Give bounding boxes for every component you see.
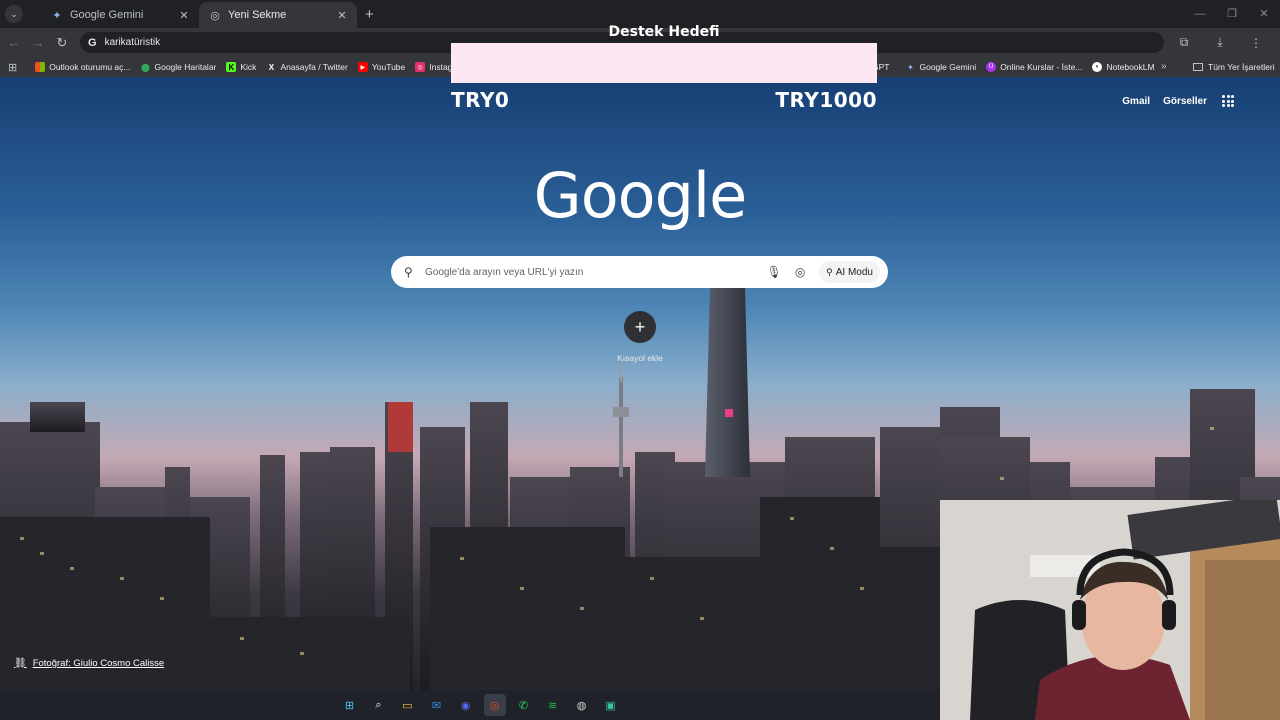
chevron-down-icon: ⌄ xyxy=(10,8,18,19)
bookmark-youtube[interactable]: ▶ YouTube xyxy=(357,62,405,72)
add-shortcut-button[interactable]: + xyxy=(624,311,656,343)
google-lens-icon[interactable]: ◎ xyxy=(787,265,813,279)
folder-icon xyxy=(1193,63,1203,71)
close-icon[interactable]: ✕ xyxy=(335,9,349,22)
maps-pin-icon: ⬤ xyxy=(141,62,150,72)
maximize-icon[interactable]: ❐ xyxy=(1216,0,1248,28)
bookmark-notebooklm[interactable]: ◐ NotebookLM xyxy=(1092,62,1155,72)
minimize-icon[interactable]: — xyxy=(1184,0,1216,28)
search-box[interactable]: ⚲ Google'da arayın veya URL'yi yazın 🎙 ◎… xyxy=(391,256,888,288)
bookmarks-right-group: GPT ✦ Google Gemini Ü Online Kurslar - İst… xyxy=(872,57,1165,77)
x-icon: X xyxy=(268,62,275,72)
instagram-icon: ◎ xyxy=(415,62,426,72)
window-controls: — ❐ ✕ xyxy=(1184,0,1280,28)
forward-icon[interactable]: → xyxy=(26,35,50,50)
spotify-icon[interactable]: ≋ xyxy=(542,694,564,716)
photo-credit-link[interactable]: ⛓ Fotoğraf: Giulio Cosmo Calisse xyxy=(14,658,164,669)
bookmark-google-gemini[interactable]: ✦ Google Gemini xyxy=(905,62,976,72)
tab-title: Yeni Sekme xyxy=(228,9,287,21)
apps-grid-icon[interactable]: ⊞ xyxy=(8,61,17,74)
chrome-icon[interactable]: ◎ xyxy=(483,694,506,716)
file-explorer-icon[interactable]: ▭ xyxy=(397,694,419,716)
all-bookmarks[interactable]: Tüm Yer İşaretleri xyxy=(1193,57,1275,77)
google-links: Gmail Görseller xyxy=(1109,95,1234,107)
google-logo: Google xyxy=(533,159,748,232)
kick-icon: K xyxy=(226,62,237,72)
tab-title: Google Gemini xyxy=(70,9,144,21)
tab-new-tab[interactable]: ◎ Yeni Sekme ✕ xyxy=(199,2,357,28)
bookmark-kick[interactable]: K Kick xyxy=(226,62,256,72)
donation-goal-widget: Destek Hedefi TRY0 TRY1000 xyxy=(451,24,877,114)
microphone-icon[interactable]: 🎙 xyxy=(761,265,787,279)
search-input[interactable]: Google'da arayın veya URL'yi yazın xyxy=(425,267,761,278)
link-icon: ⛓ xyxy=(14,658,27,669)
toolbar-actions: ⧉ ⤓ ⋮ xyxy=(1166,28,1274,57)
extensions-icon[interactable]: ⧉ xyxy=(1166,35,1202,50)
add-shortcut-label: Kısayol ekle xyxy=(617,353,663,363)
gemini-icon: ✦ xyxy=(907,62,914,72)
streamlabs-icon[interactable]: ▣ xyxy=(600,694,622,716)
bookmark-google-maps[interactable]: ⬤ Google Haritalar xyxy=(140,62,216,72)
youtube-icon: ▶ xyxy=(357,62,368,72)
menu-icon[interactable]: ⋮ xyxy=(1238,36,1274,50)
ai-search-icon: ⚲ xyxy=(826,266,833,277)
tab-search-button[interactable]: ⌄ xyxy=(5,5,23,23)
search-icon: ⚲ xyxy=(404,265,413,279)
gemini-icon: ✦ xyxy=(52,9,62,22)
chevron-more-icon[interactable]: » xyxy=(1161,57,1167,77)
mail-icon[interactable]: ✉ xyxy=(426,694,448,716)
bookmark-outlook[interactable]: Outlook oturumu aç... xyxy=(35,62,130,72)
donation-goal-bar xyxy=(451,43,877,83)
google-g-icon: G xyxy=(88,36,97,49)
chrome-icon: ◎ xyxy=(210,9,220,22)
notebooklm-icon: ◐ xyxy=(1092,62,1103,72)
bookmark-twitter[interactable]: X Anasayfa / Twitter xyxy=(266,62,348,72)
bookmark-online-kurslar[interactable]: Ü Online Kurslar - İste... xyxy=(986,62,1082,72)
plus-icon: + xyxy=(634,316,646,337)
close-icon[interactable]: ✕ xyxy=(177,9,191,22)
windows-taskbar: ⊞ ⌕ ▭ ✉ ◉ ◎ ✆ ≋ ◍ ▣ xyxy=(0,690,940,720)
webcam-overlay xyxy=(940,500,1280,720)
address-bar-text: karikatüristik xyxy=(104,37,161,48)
back-icon[interactable]: ← xyxy=(2,35,26,50)
donation-goal-min: TRY0 xyxy=(451,88,510,112)
search-icon[interactable]: ⌕ xyxy=(368,694,390,716)
donation-goal-title: Destek Hedefi xyxy=(608,24,720,40)
obs-icon[interactable]: ◍ xyxy=(571,694,593,716)
discord-icon[interactable]: ◉ xyxy=(455,694,477,716)
windows-start-icon[interactable]: ⊞ xyxy=(339,694,361,716)
google-apps-icon[interactable] xyxy=(1222,95,1234,107)
udemy-icon: Ü xyxy=(986,62,997,72)
window-close-icon[interactable]: ✕ xyxy=(1248,0,1280,28)
download-icon[interactable]: ⤓ xyxy=(1202,35,1238,50)
gmail-link[interactable]: Gmail xyxy=(1122,96,1150,107)
tab-google-gemini[interactable]: ✦ Google Gemini ✕ xyxy=(41,2,199,28)
donation-goal-max: TRY1000 xyxy=(775,88,877,112)
images-link[interactable]: Görseller xyxy=(1163,96,1207,107)
ai-mode-button[interactable]: ⚲ AI Modu xyxy=(819,261,880,283)
microsoft-icon xyxy=(35,62,46,72)
webcam-feed-image xyxy=(940,500,1280,720)
new-tab-icon[interactable]: + xyxy=(365,6,374,23)
whatsapp-icon[interactable]: ✆ xyxy=(513,694,535,716)
reload-icon[interactable]: ↻ xyxy=(50,35,74,51)
